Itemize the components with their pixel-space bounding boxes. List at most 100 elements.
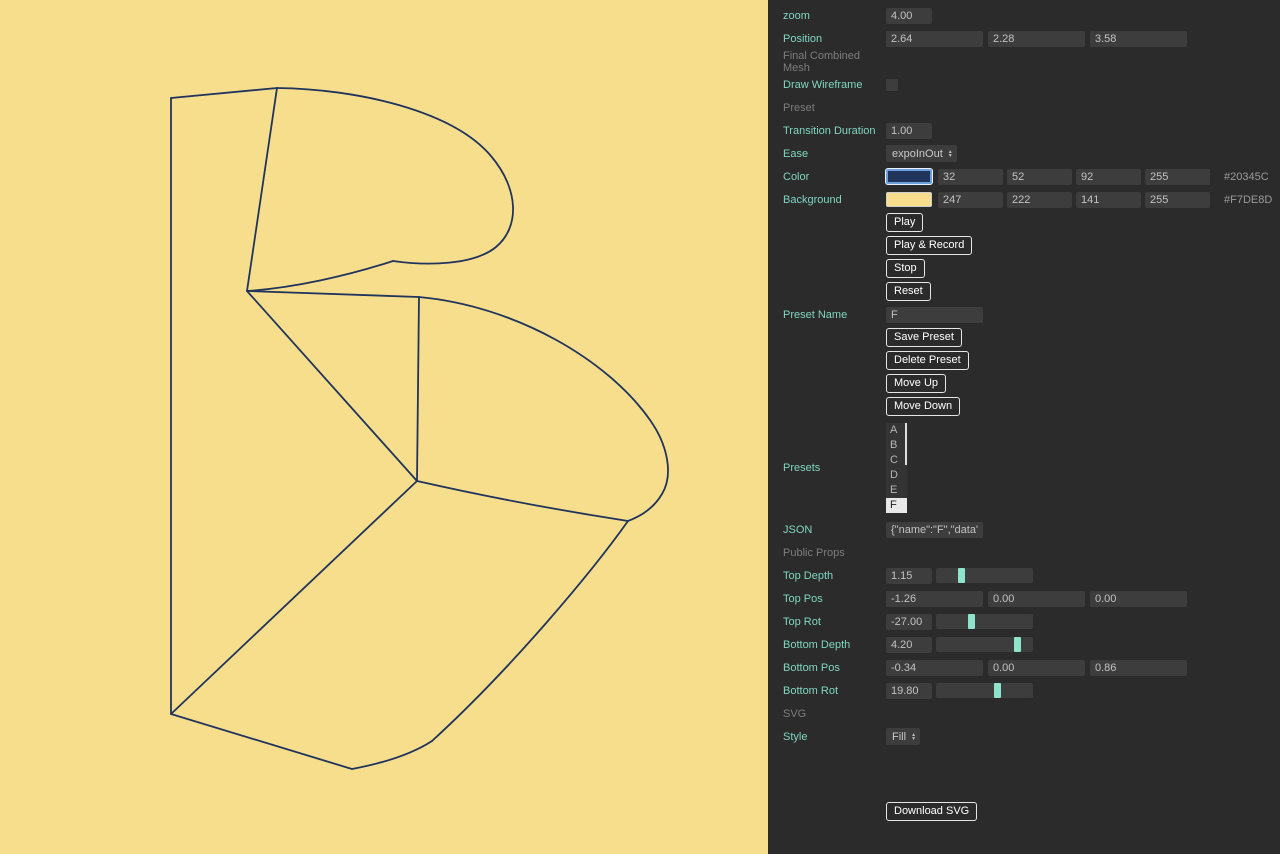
download-svg-row: Download SVG [768,800,1280,823]
download-svg-button[interactable]: Download SVG [886,802,977,821]
preset-section-label: Preset [783,102,886,114]
background-row: Background #F7DE8D [768,188,1280,211]
delete-preset-button[interactable]: Delete Preset [886,351,969,370]
preset-item-a[interactable]: A [886,423,907,438]
preset-item-b[interactable]: B [886,438,907,453]
presets-listbox[interactable]: A B C D E F AB [886,423,907,513]
top-rot-slider-handle[interactable] [968,614,975,629]
top-depth-slider-handle[interactable] [958,568,965,583]
background-r-input[interactable] [938,192,1003,208]
bottom-pos-z-input[interactable] [1090,660,1187,676]
draw-wireframe-label: Draw Wireframe [783,79,886,91]
color-r-input[interactable] [938,169,1003,185]
top-pos-y-input[interactable] [988,591,1085,607]
json-input[interactable] [886,522,983,538]
background-hex-value: #F7DE8D [1224,194,1272,206]
ease-label: Ease [783,148,886,160]
play-button[interactable]: Play [886,213,923,232]
save-preset-button[interactable]: Save Preset [886,328,962,347]
delete-preset-row: Delete Preset [768,349,1280,372]
preset-item-c[interactable]: C [886,453,907,468]
reset-button[interactable]: Reset [886,282,931,301]
style-select[interactable]: Fill ▲▼ [886,728,920,745]
public-props-row: Public Props [768,541,1280,564]
stop-row: Stop [768,257,1280,280]
position-row: Position [768,27,1280,50]
final-combined-mesh-section-label: Final Combined Mesh [783,50,886,74]
bottom-rot-slider[interactable] [936,683,1033,698]
play-record-row: Play & Record [768,234,1280,257]
style-row: Style Fill ▲▼ [768,725,1280,748]
bottom-depth-label: Bottom Depth [783,639,886,651]
public-props-section-label: Public Props [783,547,886,559]
presets-scrollbar[interactable] [905,423,907,465]
draw-wireframe-checkbox[interactable] [886,79,898,91]
bottom-rot-row: Bottom Rot [768,679,1280,702]
background-swatch[interactable] [886,192,932,207]
background-g-input[interactable] [1007,192,1072,208]
preset-name-label: Preset Name [783,309,886,321]
play-record-button[interactable]: Play & Record [886,236,972,255]
style-label: Style [783,731,886,743]
bottom-pos-y-input[interactable] [988,660,1085,676]
bottom-depth-slider[interactable] [936,637,1033,652]
color-g-input[interactable] [1007,169,1072,185]
preset-item-f-selected[interactable]: F [886,498,907,513]
bottom-rot-slider-handle[interactable] [994,683,1001,698]
transition-duration-input[interactable] [886,123,932,139]
wireframe-waist-line [247,291,419,297]
wireframe-bottom-lobe-top [419,297,668,521]
preset-item-e[interactable]: E [886,483,907,498]
zoom-label: zoom [783,10,886,22]
json-row: JSON [768,518,1280,541]
viewport-canvas[interactable] [0,0,768,854]
position-x-input[interactable] [886,31,983,47]
position-y-input[interactable] [988,31,1085,47]
move-up-button[interactable]: Move Up [886,374,946,393]
background-a-input[interactable] [1145,192,1210,208]
top-rot-slider[interactable] [936,614,1033,629]
top-pos-x-input[interactable] [886,591,983,607]
top-pos-row: Top Pos [768,587,1280,610]
draw-wireframe-row: Draw Wireframe [768,73,1280,96]
color-label: Color [783,171,886,183]
bottom-pos-label: Bottom Pos [783,662,886,674]
ease-select[interactable]: expoInOut ▲▼ [886,145,957,162]
wireframe-bottom-lobe-front-arc [417,481,628,521]
wireframe-bottom-edge [171,714,352,769]
top-depth-input[interactable] [886,568,932,584]
bottom-rot-input[interactable] [886,683,932,699]
wireframe-lower-diagonal [171,481,417,714]
zoom-row: zoom [768,4,1280,27]
bottom-depth-slider-handle[interactable] [1014,637,1021,652]
presets-row: Presets A B C D E F AB [768,418,1280,518]
svg-section-row: SVG [768,702,1280,725]
wireframe-bottom-lobe-silhouette [432,521,628,741]
top-pos-label: Top Pos [783,593,886,605]
top-depth-label: Top Depth [783,570,886,582]
preset-name-input[interactable] [886,307,983,323]
bottom-rot-label: Bottom Rot [783,685,886,697]
top-depth-slider[interactable] [936,568,1033,583]
color-swatch[interactable] [886,169,932,184]
preset-item-d[interactable]: D [886,468,907,483]
top-pos-z-input[interactable] [1090,591,1187,607]
top-rot-label: Top Rot [783,616,886,628]
zoom-input[interactable] [886,8,932,24]
preset-section-row: Preset [768,96,1280,119]
reset-row: Reset [768,280,1280,303]
control-panel: zoom Position Final Combined Mesh Draw W… [768,0,1280,854]
color-b-input[interactable] [1076,169,1141,185]
wireframe-top-edge [171,88,277,98]
top-rot-input[interactable] [886,614,932,630]
color-a-input[interactable] [1145,169,1210,185]
move-down-button[interactable]: Move Down [886,397,960,416]
position-z-input[interactable] [1090,31,1187,47]
svg-section-label: SVG [783,708,886,720]
stop-button[interactable]: Stop [886,259,925,278]
position-label: Position [783,33,886,45]
background-b-input[interactable] [1076,192,1141,208]
wireframe-mid-diagonal [247,291,417,481]
bottom-depth-input[interactable] [886,637,932,653]
bottom-pos-x-input[interactable] [886,660,983,676]
